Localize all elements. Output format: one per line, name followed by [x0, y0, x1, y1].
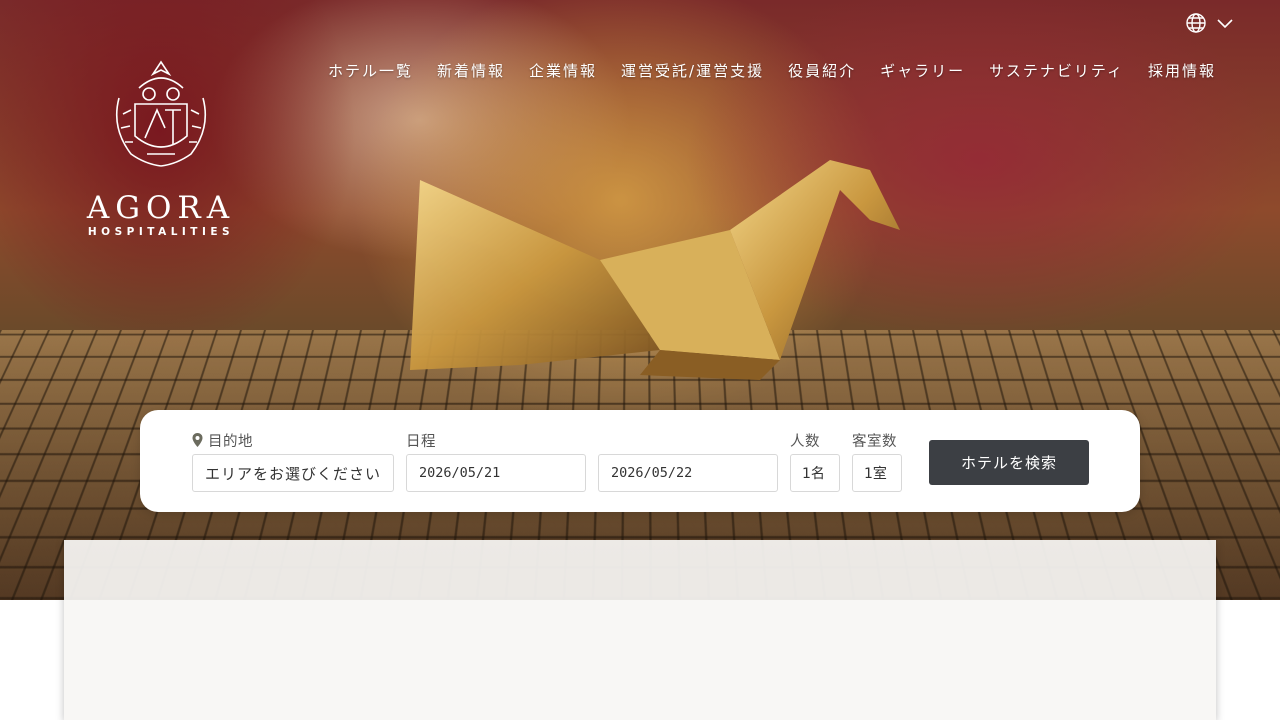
nav-item-executives[interactable]: 役員紹介 [788, 60, 856, 82]
checkin-date-input[interactable]: 2026/05/21 [406, 454, 586, 492]
nav-item-sustainability[interactable]: サステナビリティ [989, 60, 1124, 82]
nav-item-news[interactable]: 新着情報 [437, 60, 505, 82]
destination-select[interactable]: エリアをお選びください [192, 454, 394, 492]
language-selector[interactable] [1185, 12, 1241, 36]
rooms-select[interactable]: 1室 [852, 454, 902, 492]
hotel-search-bar: 目的地 エリアをお選びください 日程 2026/05/21 2026/05/22… [140, 410, 1140, 512]
brand-tagline: HOSPITALITIES [87, 226, 235, 238]
globe-icon [1186, 13, 1206, 33]
map-pin-icon [192, 433, 203, 447]
nav-item-company[interactable]: 企業情報 [529, 60, 597, 82]
nav-item-hotels[interactable]: ホテル一覧 [328, 60, 413, 82]
guests-select[interactable]: 1名 [790, 454, 840, 492]
rooms-label: 客室数 [852, 434, 897, 450]
nav-item-gallery[interactable]: ギャラリー [880, 60, 965, 82]
brand-name: AGORA [86, 190, 236, 226]
destination-label: 目的地 [208, 434, 253, 450]
search-hotels-button[interactable]: ホテルを検索 [929, 440, 1089, 485]
origami-crane-image [410, 160, 900, 380]
content-panel [64, 540, 1216, 720]
chevron-down-icon [1217, 19, 1233, 29]
nav-item-management[interactable]: 運営受託/運営支援 [621, 60, 764, 82]
destination-label-wrap: 目的地 [192, 430, 253, 451]
dates-label: 日程 [406, 434, 436, 450]
guests-label: 人数 [790, 434, 820, 450]
crest-emblem [115, 60, 207, 167]
main-nav: ホテル一覧 新着情報 企業情報 運営受託/運営支援 役員紹介 ギャラリー サステ… [328, 60, 1216, 82]
agora-logo[interactable]: AGORA HOSPITALITIES [78, 58, 244, 244]
checkout-date-input[interactable]: 2026/05/22 [598, 454, 778, 492]
nav-item-careers[interactable]: 採用情報 [1148, 60, 1216, 82]
